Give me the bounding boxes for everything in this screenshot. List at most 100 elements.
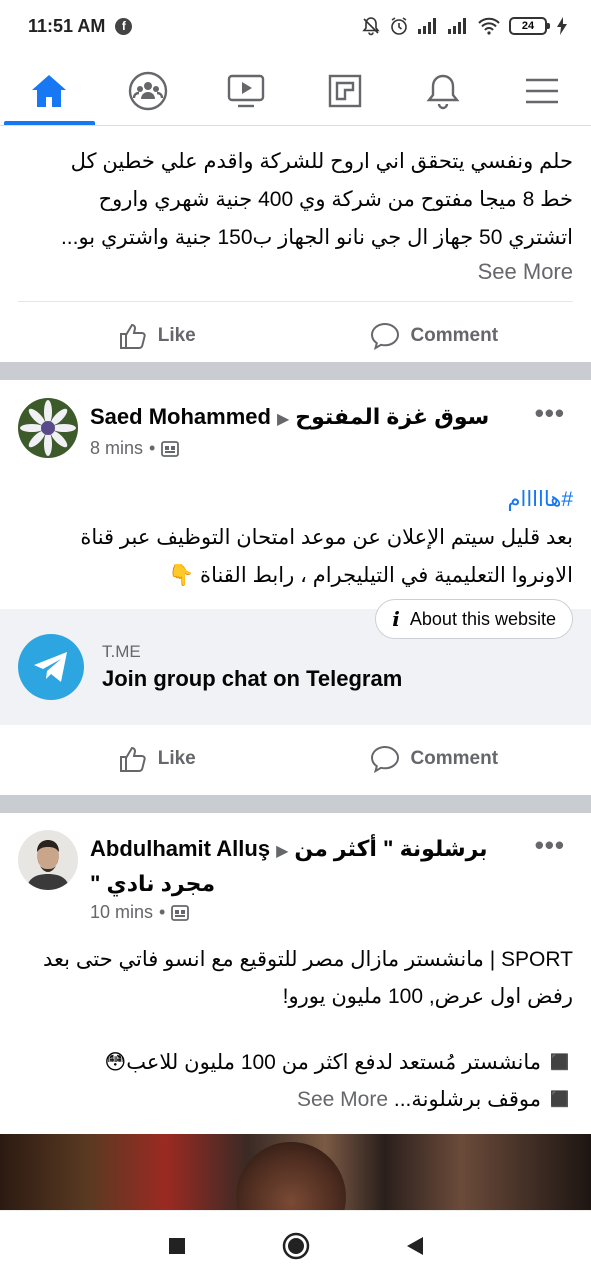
back-icon[interactable]	[405, 1235, 425, 1257]
post-2-action-bar: Like Comment	[18, 725, 573, 793]
mute-icon	[362, 17, 380, 36]
more-options-icon[interactable]: •••	[535, 398, 565, 429]
post-1-see-more[interactable]: See More	[0, 255, 591, 289]
tab-home[interactable]	[0, 56, 99, 125]
wifi-icon	[478, 17, 500, 35]
post-3-last-line: ◼️ موقف برشلونة... See More	[18, 1081, 573, 1118]
tab-watch[interactable]	[197, 56, 296, 125]
post-3-see-more[interactable]: See More	[297, 1088, 388, 1111]
like-label: Like	[157, 748, 196, 769]
post-1: حلم ونفسي يتحقق اني اروح للشركة واقدم عل…	[0, 143, 591, 369]
post-1-line: خط 8 ميجا مفتوح من شركة وي 400 جنية شهري…	[98, 188, 573, 211]
alarm-icon	[391, 17, 407, 35]
battery-level: 24	[521, 20, 535, 32]
tab-marketplace[interactable]	[296, 56, 395, 125]
hashtag[interactable]: #هااااام	[18, 481, 574, 519]
person-avatar-image	[18, 830, 78, 890]
signal-icon-2	[448, 18, 466, 34]
post-3-header: Abdulhamit Alluş ▶ برشلونة " أكثر من مجرد …	[0, 830, 591, 923]
feed-divider	[0, 362, 591, 380]
post-2-line: بعد قليل سيتم الإعلان عن موعد امتحان الت…	[80, 526, 573, 549]
like-label: Like	[157, 324, 196, 346]
post-3-header-info: Abdulhamit Alluş ▶ برشلونة " أكثر من مجرد …	[90, 830, 573, 923]
post-2-author-line: Saed Mohammed ▶ سوق غزة المفتوح	[90, 401, 573, 436]
tab-menu[interactable]	[493, 56, 591, 125]
post-3: Abdulhamit Alluş ▶ برشلونة " أكثر من مجرد …	[0, 830, 591, 1118]
like-button[interactable]: Like	[18, 725, 296, 793]
link-text: T.ME Join group chat on Telegram	[102, 642, 402, 692]
facebook-nav-bar	[0, 56, 591, 126]
system-nav-bar	[0, 1210, 591, 1280]
comment-label: Comment	[410, 748, 499, 769]
feeds-icon	[328, 74, 361, 107]
hamburger-menu-icon	[525, 78, 558, 103]
video-icon	[228, 74, 265, 107]
tab-notifications[interactable]	[394, 56, 493, 125]
facebook-notification-icon: f	[115, 17, 133, 35]
post-2: Saed Mohammed ▶ سوق غزة المفتوح 8 mins • •…	[0, 398, 591, 793]
group-privacy-icon	[171, 904, 190, 921]
like-button[interactable]: Like	[18, 302, 296, 369]
recent-apps-icon[interactable]	[167, 1236, 187, 1256]
signal-icon-1	[418, 18, 436, 34]
comment-icon	[371, 322, 400, 350]
post-2-line: الاونروا التعليمية في التيليجرام ، رابط …	[168, 564, 573, 587]
comment-icon	[371, 745, 400, 773]
post-3-line: ◼️ مانشستر مُستعد لدفع اكثر من 100 مليون…	[104, 1051, 573, 1074]
meta-separator: •	[149, 438, 156, 458]
post-time[interactable]: 10 mins	[90, 902, 153, 923]
group-privacy-icon	[161, 440, 180, 457]
avatar[interactable]	[18, 398, 78, 458]
post-3-blank-line	[18, 1015, 573, 1044]
post-2-text: #هااااام بعد قليل سيتم الإعلان عن موعد ا…	[0, 481, 591, 595]
battery-icon: 24	[509, 17, 550, 35]
more-options-icon[interactable]: •••	[535, 830, 565, 861]
post-3-author-line: Abdulhamit Alluş ▶ برشلونة " أكثر من	[90, 833, 573, 868]
post-2-header: Saed Mohammed ▶ سوق غزة المفتوح 8 mins • •…	[0, 398, 591, 459]
author-name[interactable]: Saed Mohammed	[90, 404, 271, 429]
home-button-icon[interactable]	[282, 1232, 310, 1260]
group-name-line-1[interactable]: برشلونة " أكثر من	[294, 836, 487, 861]
link-preview[interactable]: i About this website T.ME Join group cha…	[0, 599, 591, 725]
avatar[interactable]	[18, 830, 78, 890]
group-name[interactable]: سوق غزة المفتوح	[295, 404, 489, 429]
info-icon: i	[392, 607, 400, 631]
arrow-right-icon: ▶	[276, 411, 290, 428]
post-2-header-info: Saed Mohammed ▶ سوق غزة المفتوح 8 mins •	[90, 398, 573, 459]
feed-divider	[0, 795, 591, 813]
post-1-text: حلم ونفسي يتحقق اني اروح للشركة واقدم عل…	[0, 143, 591, 257]
link-title: Join group chat on Telegram	[102, 666, 403, 691]
daisy-avatar-image	[18, 398, 78, 458]
post-3-meta: 10 mins •	[90, 902, 573, 923]
post-3-line: ◼️ موقف برشلونة...	[393, 1088, 573, 1111]
link-domain: T.ME	[102, 642, 141, 661]
status-bar: 11:51 AM f 24	[0, 0, 591, 52]
post-3-image[interactable]	[0, 1134, 591, 1210]
post-3-line: SPORT | مانشستر مازال مصر للتوقيع مع انس…	[43, 948, 573, 971]
group-name-line-2[interactable]: مجرد نادي "	[90, 868, 215, 900]
comment-button[interactable]: Comment	[296, 302, 574, 369]
like-icon	[119, 323, 146, 349]
charging-icon	[557, 17, 567, 35]
author-name[interactable]: Abdulhamit Alluş	[90, 836, 270, 861]
post-1-line: اتشتري 50 جهاز ال جي نانو الجهاز ب150 جن…	[60, 226, 573, 249]
post-3-line: رفض اول عرض, 100 مليون يورو!	[282, 985, 573, 1008]
player-photo	[236, 1142, 346, 1210]
status-icons: 24	[361, 16, 569, 36]
like-icon	[119, 746, 146, 772]
post-2-meta: 8 mins •	[90, 438, 573, 459]
status-time: 11:51 AM	[28, 15, 106, 36]
arrow-right-icon: ▶	[276, 843, 289, 860]
bell-icon	[426, 74, 460, 109]
groups-icon	[128, 71, 167, 110]
meta-separator: •	[159, 902, 166, 922]
post-3-text: SPORT | مانشستر مازال مصر للتوقيع مع انس…	[0, 941, 591, 1118]
telegram-icon	[18, 634, 84, 700]
about-website-button[interactable]: i About this website	[375, 599, 573, 639]
comment-label: Comment	[410, 324, 499, 346]
post-1-action-bar: Like Comment	[18, 301, 573, 369]
post-time[interactable]: 8 mins	[90, 438, 143, 459]
tab-groups[interactable]	[99, 56, 198, 125]
about-website-label: About this website	[409, 608, 556, 629]
comment-button[interactable]: Comment	[296, 725, 574, 793]
